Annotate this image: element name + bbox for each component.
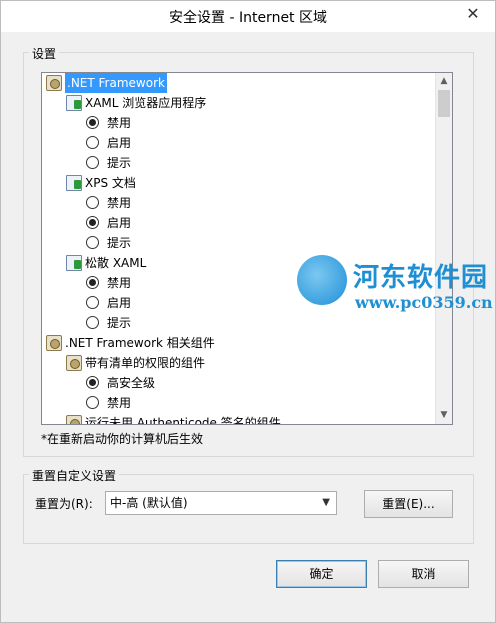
radio-button[interactable]: [86, 396, 99, 409]
tree-radio-option[interactable]: 启用: [86, 133, 131, 153]
tree-node[interactable]: 松散 XAML: [66, 253, 146, 273]
tree-item-label: 禁用: [107, 276, 132, 290]
ok-button[interactable]: 确定: [276, 560, 367, 588]
tree-radio-option[interactable]: 禁用: [86, 393, 131, 413]
tree-radio-option[interactable]: 启用: [86, 293, 131, 313]
tree-item-label: 禁用: [107, 396, 132, 410]
settings-group-label: 设置: [29, 45, 60, 62]
radio-button[interactable]: [86, 296, 99, 309]
tree-item-label: 启用: [107, 136, 132, 150]
tree-item-label: XPS 文档: [85, 176, 136, 190]
clip-icon: [66, 175, 82, 191]
reset-button[interactable]: 重置(E)...: [364, 490, 453, 518]
gear-icon: [46, 75, 62, 91]
watermark: 河东软件园 www.pc0359.cn: [297, 255, 496, 345]
gear-icon: [66, 415, 82, 424]
tree-item-label: 启用: [107, 296, 132, 310]
security-settings-dialog: 安全设置 - Internet 区域 ✕ 设置 ▲ ▼ .NET Framewo…: [0, 0, 496, 623]
clip-icon: [66, 255, 82, 271]
tree-item-label: 提示: [107, 156, 132, 170]
tree-radio-option[interactable]: 提示: [86, 233, 131, 253]
window-title: 安全设置 - Internet 区域: [169, 10, 327, 26]
tree-radio-option[interactable]: 禁用: [86, 273, 131, 293]
radio-button[interactable]: [86, 156, 99, 169]
watermark-title: 河东软件园: [353, 263, 489, 293]
radio-button[interactable]: [86, 316, 99, 329]
tree-scrollbar[interactable]: ▲ ▼: [435, 73, 452, 424]
reset-to-label: 重置为(R):: [35, 497, 93, 511]
cancel-button[interactable]: 取消: [378, 560, 469, 588]
tree-node[interactable]: .NET Framework 相关组件: [46, 333, 215, 353]
tree-item-label: 运行未用 Authenticode 签名的组件: [85, 416, 281, 425]
tree-node[interactable]: 带有清单的权限的组件: [66, 353, 205, 373]
title-bar: 安全设置 - Internet 区域 ✕: [1, 1, 495, 32]
tree-item-label: 松散 XAML: [85, 256, 147, 270]
tree-node[interactable]: XAML 浏览器应用程序: [66, 93, 206, 113]
tree-item-label: XAML 浏览器应用程序: [85, 96, 207, 110]
radio-button[interactable]: [86, 116, 99, 129]
radio-button[interactable]: [86, 216, 99, 229]
tree-item-label: .NET Framework: [65, 73, 167, 93]
tree-item-label: 高安全级: [107, 376, 156, 390]
radio-button[interactable]: [86, 276, 99, 289]
radio-button[interactable]: [86, 196, 99, 209]
tree-item-label: 带有清单的权限的组件: [85, 356, 206, 370]
scroll-down-icon[interactable]: ▼: [436, 407, 452, 424]
tree-radio-option[interactable]: 提示: [86, 153, 131, 173]
tree-item-label: 提示: [107, 236, 132, 250]
tree-node[interactable]: .NET Framework: [46, 73, 167, 93]
gear-icon: [46, 335, 62, 351]
tree-item-label: 禁用: [107, 116, 132, 130]
tree-item-label: 禁用: [107, 196, 132, 210]
tree-item-label: 提示: [107, 316, 132, 330]
reset-level-value: 中-高 (默认值): [110, 496, 188, 510]
radio-button[interactable]: [86, 376, 99, 389]
watermark-url: www.pc0359.cn: [355, 293, 493, 312]
tree-item-label: 启用: [107, 216, 132, 230]
radio-button[interactable]: [86, 136, 99, 149]
settings-tree[interactable]: ▲ ▼ .NET Framework XAML 浏览器应用程序 禁用 启用 提示 XPS …: [41, 72, 453, 425]
restart-note: *在重新启动你的计算机后生效: [41, 432, 204, 446]
watermark-logo-icon: [297, 255, 347, 305]
tree-item-label: .NET Framework 相关组件: [65, 336, 215, 350]
clip-icon: [66, 95, 82, 111]
scroll-thumb[interactable]: [438, 90, 450, 117]
tree-node[interactable]: XPS 文档: [66, 173, 136, 193]
chevron-down-icon: ▼: [322, 497, 330, 508]
tree-radio-option[interactable]: 禁用: [86, 193, 131, 213]
radio-button[interactable]: [86, 236, 99, 249]
tree-radio-option[interactable]: 提示: [86, 313, 131, 333]
reset-group-label: 重置自定义设置: [29, 467, 120, 484]
reset-level-select[interactable]: 中-高 (默认值) ▼: [105, 491, 337, 515]
tree-radio-option[interactable]: 禁用: [86, 113, 131, 133]
tree-radio-option[interactable]: 高安全级: [86, 373, 155, 393]
close-icon[interactable]: ✕: [461, 3, 485, 25]
tree-radio-option[interactable]: 启用: [86, 213, 131, 233]
scroll-up-icon[interactable]: ▲: [436, 73, 452, 90]
gear-icon: [66, 355, 82, 371]
tree-node[interactable]: 运行未用 Authenticode 签名的组件: [66, 413, 281, 425]
